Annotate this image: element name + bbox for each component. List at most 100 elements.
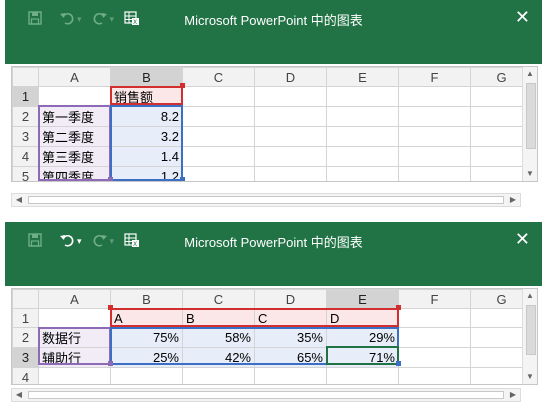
cell[interactable] <box>326 367 399 384</box>
column-header[interactable]: E <box>326 289 399 309</box>
cell[interactable]: 58% <box>182 327 255 348</box>
horizontal-scrollbar[interactable]: ◀ ▶ <box>11 193 521 207</box>
scroll-thumb[interactable] <box>526 305 536 355</box>
column-header[interactable]: A <box>38 67 111 87</box>
row-header[interactable]: 1 <box>12 86 39 107</box>
cell[interactable]: 3.2 <box>110 126 183 147</box>
column-header[interactable]: D <box>254 289 327 309</box>
cell[interactable] <box>254 166 327 181</box>
cell[interactable]: 65% <box>254 347 327 368</box>
cell[interactable]: 辅助行 <box>38 347 111 368</box>
cell[interactable]: 第四季度 <box>38 166 111 181</box>
row-header[interactable]: 4 <box>12 146 39 167</box>
close-icon[interactable]: ✕ <box>515 228 530 250</box>
scroll-thumb[interactable] <box>28 391 504 399</box>
cell[interactable] <box>38 367 111 384</box>
cell[interactable] <box>326 106 399 127</box>
column-header[interactable]: B <box>110 67 183 87</box>
cell[interactable]: 75% <box>110 327 183 348</box>
column-header[interactable]: B <box>110 289 183 309</box>
cell[interactable] <box>254 146 327 167</box>
scroll-left-arrow-icon[interactable]: ◀ <box>12 389 26 401</box>
scroll-right-arrow-icon[interactable]: ▶ <box>506 389 520 401</box>
cell[interactable] <box>254 106 327 127</box>
cell[interactable] <box>182 126 255 147</box>
select-all-corner[interactable] <box>12 67 39 87</box>
cell[interactable] <box>110 367 183 384</box>
vertical-scrollbar[interactable]: ▲ ▼ <box>522 289 537 384</box>
scroll-thumb[interactable] <box>28 196 504 204</box>
row-header[interactable]: 3 <box>12 126 39 147</box>
select-all-corner[interactable] <box>12 289 39 309</box>
cell[interactable]: C <box>254 308 327 328</box>
cell[interactable]: 数据行 <box>38 327 111 348</box>
column-header[interactable]: A <box>38 289 111 309</box>
row-header[interactable]: 1 <box>12 308 39 328</box>
horizontal-scrollbar[interactable]: ◀ ▶ <box>11 388 521 402</box>
cell[interactable] <box>326 126 399 147</box>
cell[interactable]: 35% <box>254 327 327 348</box>
cell[interactable] <box>254 367 327 384</box>
cell[interactable] <box>398 367 471 384</box>
row-header[interactable]: 5 <box>12 166 39 181</box>
column-header[interactable]: F <box>398 289 471 309</box>
cell[interactable] <box>182 146 255 167</box>
cell[interactable] <box>326 146 399 167</box>
column-header[interactable]: F <box>398 67 471 87</box>
cell[interactable] <box>182 367 255 384</box>
column-header[interactable]: C <box>182 67 255 87</box>
cell[interactable]: 销售额 <box>110 86 183 107</box>
column-header[interactable]: C <box>182 289 255 309</box>
cell[interactable]: 1.4 <box>110 146 183 167</box>
cell[interactable] <box>398 166 471 181</box>
resize-handle[interactable] <box>180 177 185 181</box>
cell[interactable]: 第三季度 <box>38 146 111 167</box>
cell[interactable] <box>398 126 471 147</box>
resize-handle[interactable] <box>108 305 113 310</box>
cell[interactable] <box>38 308 111 328</box>
resize-handle[interactable] <box>396 305 401 310</box>
cell[interactable] <box>398 327 471 348</box>
resize-handle[interactable] <box>108 177 113 181</box>
cell[interactable] <box>398 308 471 328</box>
cell[interactable] <box>254 86 327 107</box>
cell[interactable]: A <box>110 308 183 328</box>
cell[interactable] <box>182 106 255 127</box>
cell[interactable] <box>398 106 471 127</box>
row-header[interactable]: 2 <box>12 327 39 348</box>
scroll-down-arrow-icon[interactable]: ▼ <box>523 167 537 181</box>
cell[interactable]: 第一季度 <box>38 106 111 127</box>
cell[interactable] <box>182 166 255 181</box>
cell[interactable] <box>398 146 471 167</box>
row-header[interactable]: 4 <box>12 367 39 384</box>
row-header[interactable]: 2 <box>12 106 39 127</box>
resize-handle[interactable] <box>396 361 401 366</box>
cell[interactable]: 第二季度 <box>38 126 111 147</box>
column-header[interactable]: E <box>326 67 399 87</box>
cell[interactable]: 71% <box>326 347 399 368</box>
cell[interactable]: 1.2 <box>110 166 183 181</box>
cell[interactable] <box>398 347 471 368</box>
resize-handle[interactable] <box>108 361 113 366</box>
scroll-up-arrow-icon[interactable]: ▲ <box>523 67 537 81</box>
cell[interactable] <box>326 166 399 181</box>
scroll-thumb[interactable] <box>526 83 536 149</box>
cell[interactable]: 8.2 <box>110 106 183 127</box>
column-header[interactable]: D <box>254 67 327 87</box>
scroll-down-arrow-icon[interactable]: ▼ <box>523 370 537 384</box>
row-header[interactable]: 3 <box>12 347 39 368</box>
scroll-right-arrow-icon[interactable]: ▶ <box>506 194 520 206</box>
cell[interactable]: 29% <box>326 327 399 348</box>
cell[interactable] <box>398 86 471 107</box>
cell[interactable] <box>182 86 255 107</box>
close-icon[interactable]: ✕ <box>515 6 530 28</box>
cell[interactable] <box>38 86 111 107</box>
cell[interactable] <box>254 126 327 147</box>
cell[interactable] <box>326 86 399 107</box>
vertical-scrollbar[interactable]: ▲ ▼ <box>522 67 537 181</box>
scroll-left-arrow-icon[interactable]: ◀ <box>12 194 26 206</box>
cell[interactable]: 42% <box>182 347 255 368</box>
cell[interactable]: D <box>326 308 399 328</box>
scroll-up-arrow-icon[interactable]: ▲ <box>523 289 537 303</box>
cell[interactable]: B <box>182 308 255 328</box>
